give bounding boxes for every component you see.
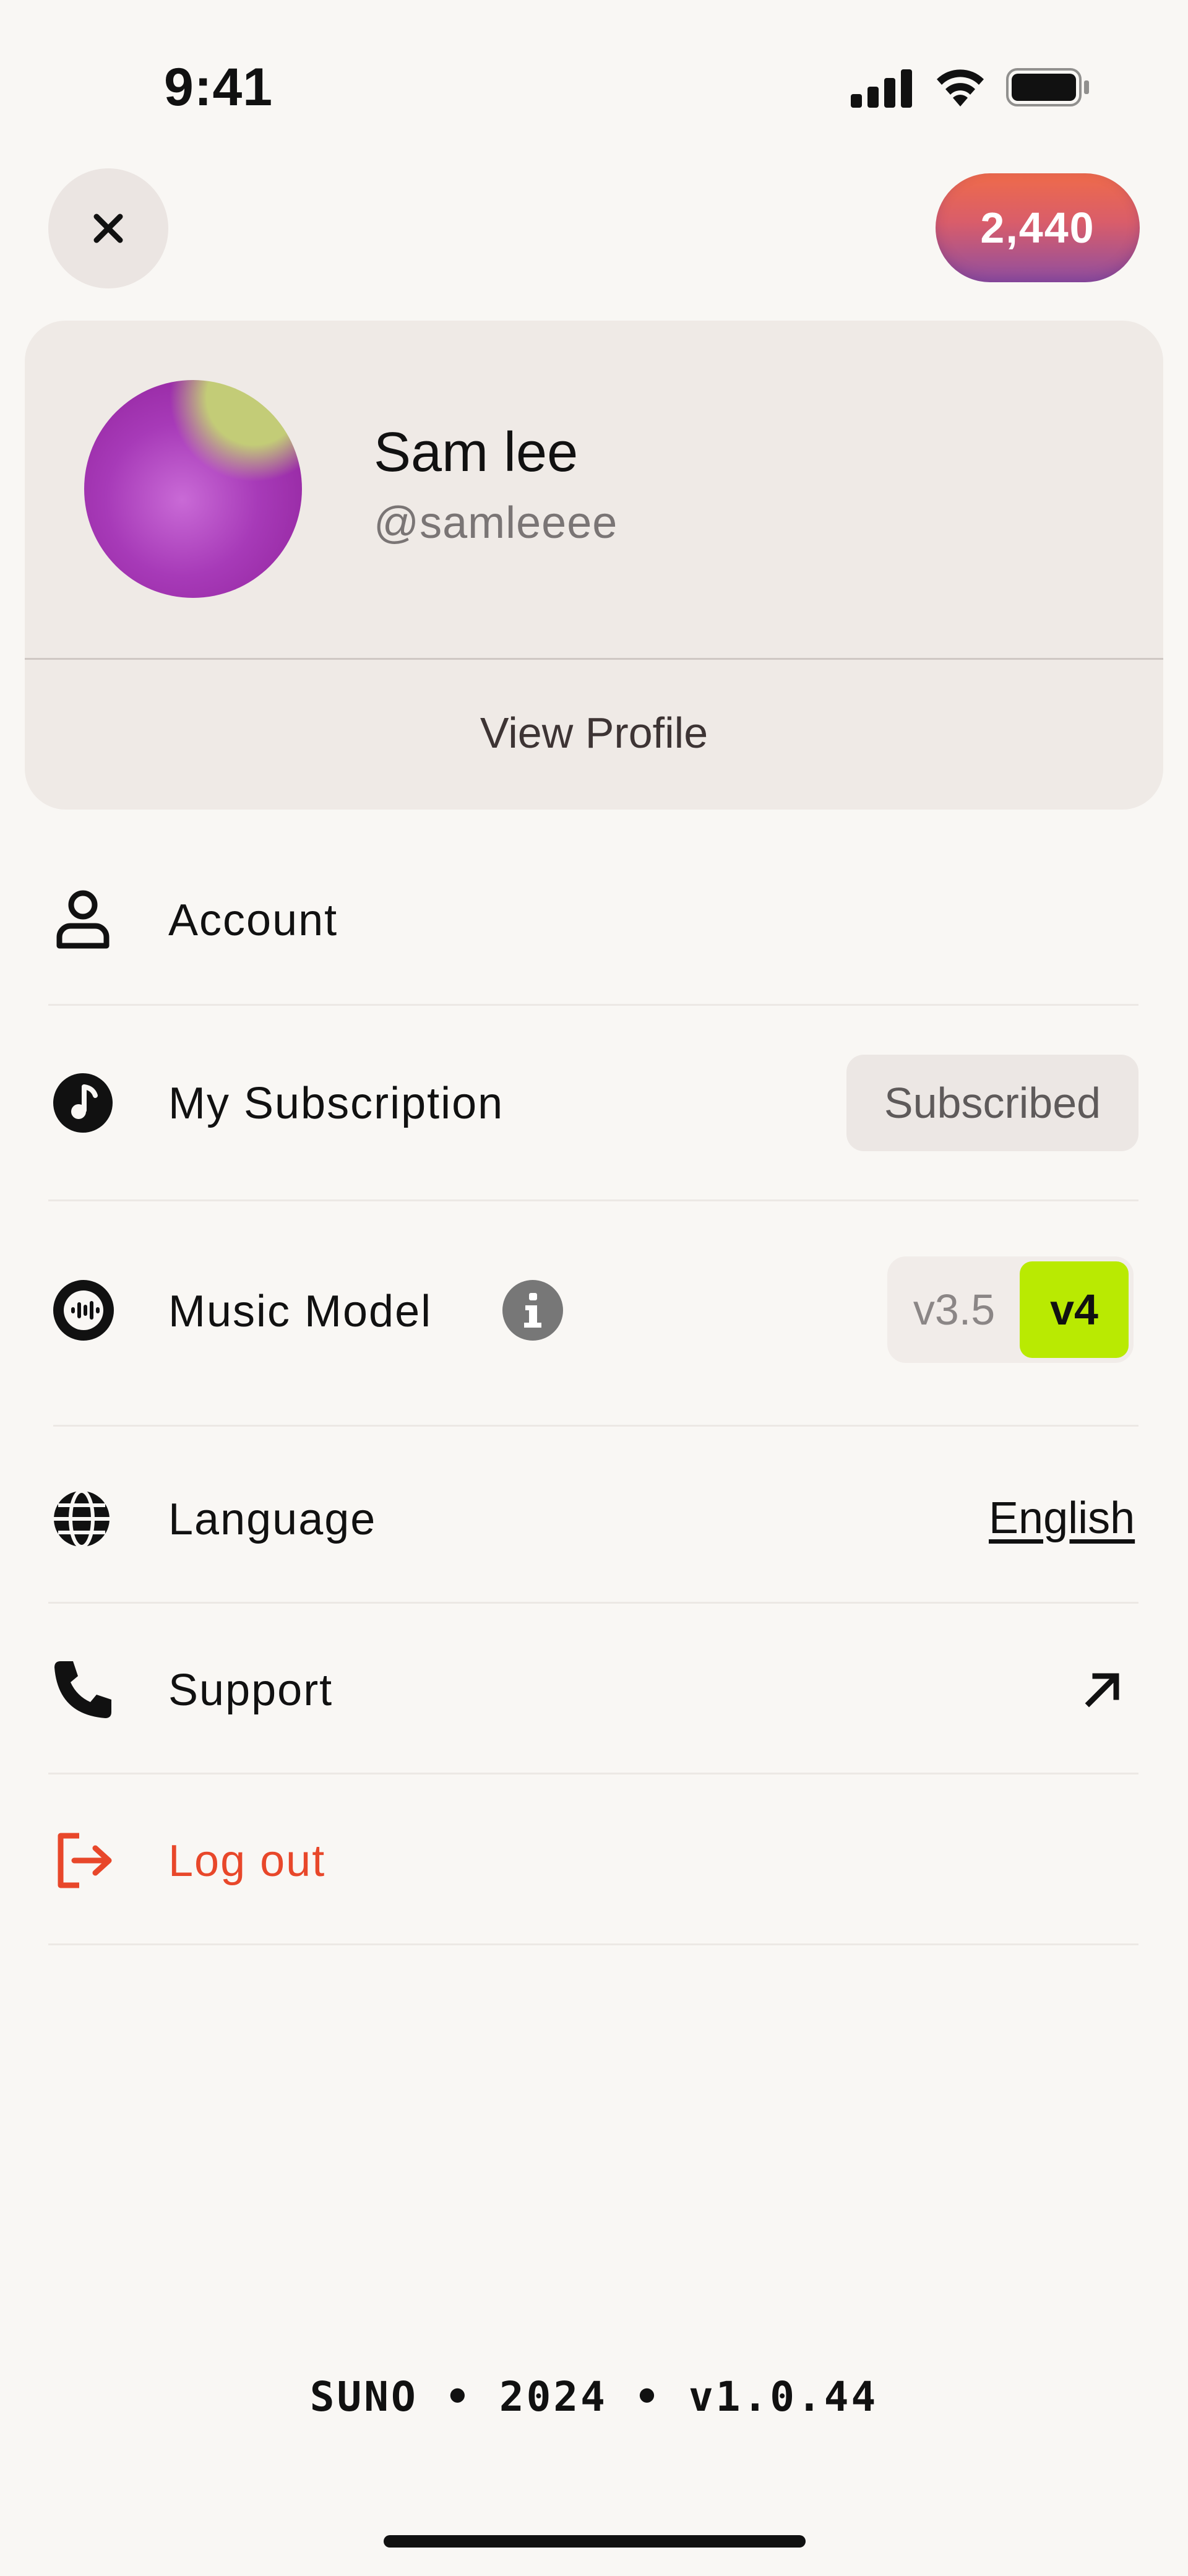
support-label: Support	[168, 1666, 334, 1715]
info-icon[interactable]	[502, 1280, 563, 1341]
close-icon	[93, 214, 123, 243]
row-divider	[48, 1773, 1138, 1774]
home-indicator[interactable]	[384, 2535, 806, 2548]
model-option-v4[interactable]: v4	[1020, 1261, 1129, 1358]
row-divider	[53, 1425, 1138, 1427]
subscription-status-badge: Subscribed	[846, 1055, 1138, 1151]
language-selector[interactable]: English	[989, 1493, 1135, 1544]
external-link-arrow-icon	[1084, 1671, 1121, 1708]
row-divider	[48, 1943, 1138, 1945]
logout-icon	[53, 1830, 115, 1891]
close-button[interactable]	[48, 168, 168, 288]
cellular-signal-icon	[851, 69, 914, 111]
wifi-icon	[933, 64, 988, 110]
battery-icon	[1006, 68, 1090, 110]
view-profile-button[interactable]: View Profile	[25, 708, 1163, 758]
row-divider	[48, 1004, 1138, 1006]
language-label: Language	[168, 1495, 377, 1544]
profile-handle: @samleeee	[374, 498, 618, 548]
app-version-footer: SUNO • 2024 • v1.0.44	[309, 2373, 879, 2421]
avatar[interactable]	[84, 380, 302, 598]
profile-name: Sam lee	[374, 421, 579, 483]
card-divider	[25, 658, 1163, 660]
credits-badge[interactable]: 2,440	[936, 173, 1140, 282]
waveform-icon	[52, 1279, 115, 1342]
globe-icon	[52, 1489, 111, 1549]
phone-icon	[52, 1659, 114, 1721]
account-label: Account	[168, 896, 338, 945]
subscription-label: My Subscription	[168, 1079, 504, 1128]
row-divider	[48, 1199, 1138, 1201]
music-model-label: Music Model	[168, 1287, 433, 1336]
model-option-v3-5[interactable]: v3.5	[905, 1269, 1004, 1351]
person-icon	[53, 889, 113, 951]
music-note-icon	[52, 1072, 114, 1134]
row-divider	[48, 1602, 1138, 1604]
logout-label: Log out	[168, 1836, 326, 1886]
status-time: 9:41	[164, 58, 273, 117]
